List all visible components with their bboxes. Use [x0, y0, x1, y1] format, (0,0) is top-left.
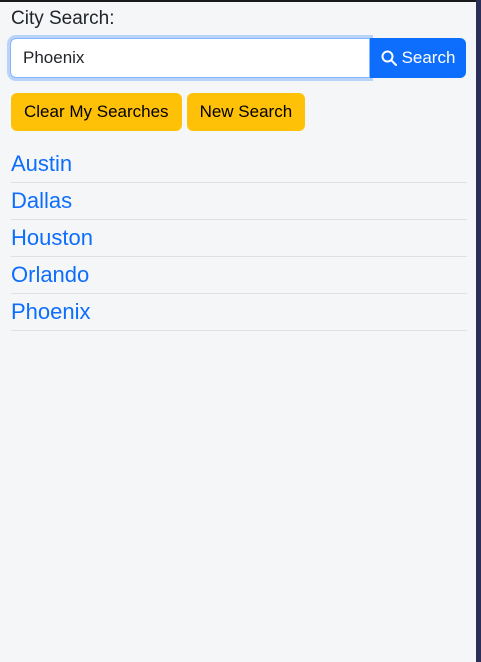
- city-item: Dallas: [11, 183, 467, 220]
- city-item: Orlando: [11, 257, 467, 294]
- search-bar: Search: [10, 38, 466, 78]
- action-buttons: Clear My Searches New Search: [11, 93, 306, 131]
- clear-searches-button[interactable]: Clear My Searches: [11, 93, 182, 131]
- city-search-label: City Search:: [11, 8, 115, 29]
- search-button[interactable]: Search: [370, 38, 466, 78]
- city-item: Phoenix: [11, 294, 467, 331]
- city-search-panel: City Search: Search Clear My Searches Ne…: [0, 0, 476, 662]
- search-icon: [381, 50, 397, 66]
- city-search-input[interactable]: [10, 38, 370, 78]
- city-link-orlando[interactable]: Orlando: [11, 262, 89, 288]
- city-link-austin[interactable]: Austin: [11, 151, 72, 177]
- city-item: Houston: [11, 220, 467, 257]
- city-item: Austin: [11, 146, 467, 183]
- new-search-button[interactable]: New Search: [186, 93, 306, 131]
- search-button-label: Search: [401, 48, 456, 67]
- city-link-houston[interactable]: Houston: [11, 225, 93, 251]
- saved-cities-list: Austin Dallas Houston Orlando Phoenix: [11, 146, 467, 331]
- city-link-phoenix[interactable]: Phoenix: [11, 299, 91, 325]
- city-link-dallas[interactable]: Dallas: [11, 188, 72, 214]
